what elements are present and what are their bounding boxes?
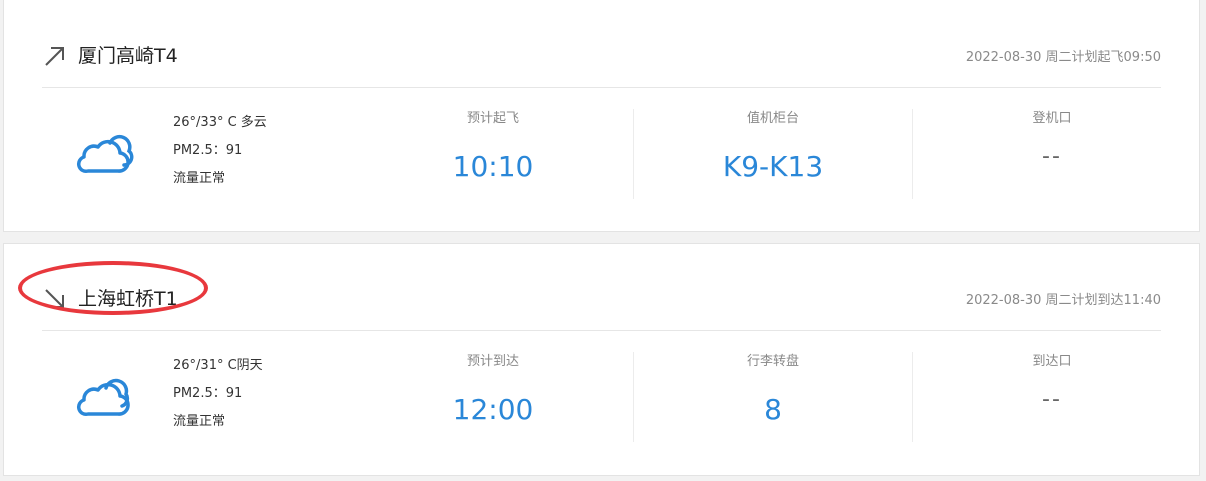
departure-body: 26°/33° C 多云 PM2.5：91 流量正常 预计起飞 10:10 值机… <box>42 109 1161 219</box>
departure-est-takeoff: 预计起飞 10:10 <box>354 109 632 199</box>
arrival-exit-value: -- <box>1042 387 1062 412</box>
cloud-icon <box>77 134 134 174</box>
arrival-header: 上海虹桥T1 2022-08-30 周二计划到达11:40 <box>42 270 1161 331</box>
departure-traffic: 流量正常 <box>173 171 226 186</box>
baggage-carousel-value: 8 <box>764 393 782 426</box>
arrival-body: 26°/31° C阴天 PM2.5：91 流量正常 预计到达 12:00 行李转… <box>42 352 1161 462</box>
arrival-traffic: 流量正常 <box>173 414 226 429</box>
arrow-up-right-icon <box>45 47 64 66</box>
departure-card: 厦门高崎T4 2022-08-30 周二计划起飞09:50 26°/33° C … <box>3 0 1200 232</box>
checkin-counter-value: K9-K13 <box>722 150 824 183</box>
arrival-exit-label: 到达口 <box>1032 354 1072 369</box>
departure-temperature: 26°/33° C 多云 <box>173 115 267 130</box>
departure-weather-info: 26°/33° C 多云 PM2.5：91 流量正常 <box>173 109 267 193</box>
arrival-temperature: 26°/31° C阴天 <box>173 358 263 373</box>
gate-value: -- <box>1042 144 1062 169</box>
departure-schedule: 2022-08-30 周二计划起飞09:50 <box>965 50 1161 65</box>
arrival-weather-info: 26°/31° C阴天 PM2.5：91 流量正常 <box>173 352 263 436</box>
est-landing-value: 12:00 <box>452 393 534 426</box>
departure-gate: 登机口 -- <box>912 109 1191 199</box>
highlight-annotation <box>18 261 208 315</box>
est-landing-label: 预计到达 <box>466 354 519 369</box>
arrival-card: 上海虹桥T1 2022-08-30 周二计划到达11:40 26°/31° C阴… <box>3 243 1200 476</box>
est-takeoff-value: 10:10 <box>452 150 534 183</box>
arrival-est-landing: 预计到达 12:00 <box>354 352 632 442</box>
baggage-carousel-label: 行李转盘 <box>746 354 799 369</box>
est-takeoff-label: 预计起飞 <box>466 111 519 126</box>
departure-pm25: PM2.5：91 <box>173 143 243 158</box>
gate-label: 登机口 <box>1032 111 1072 126</box>
arrival-schedule: 2022-08-30 周二计划到达11:40 <box>965 293 1161 308</box>
checkin-counter-label: 值机柜台 <box>746 111 799 126</box>
arrival-baggage-carousel: 行李转盘 8 <box>633 352 912 442</box>
departure-checkin-counter: 值机柜台 K9-K13 <box>633 109 912 199</box>
departure-airport: 厦门高崎T4 <box>78 45 178 67</box>
arrival-exit: 到达口 -- <box>912 352 1191 442</box>
departure-header: 厦门高崎T4 2022-08-30 周二计划起飞09:50 <box>42 27 1161 88</box>
arrival-pm25: PM2.5：91 <box>173 386 243 401</box>
cloud-icon <box>77 378 130 417</box>
